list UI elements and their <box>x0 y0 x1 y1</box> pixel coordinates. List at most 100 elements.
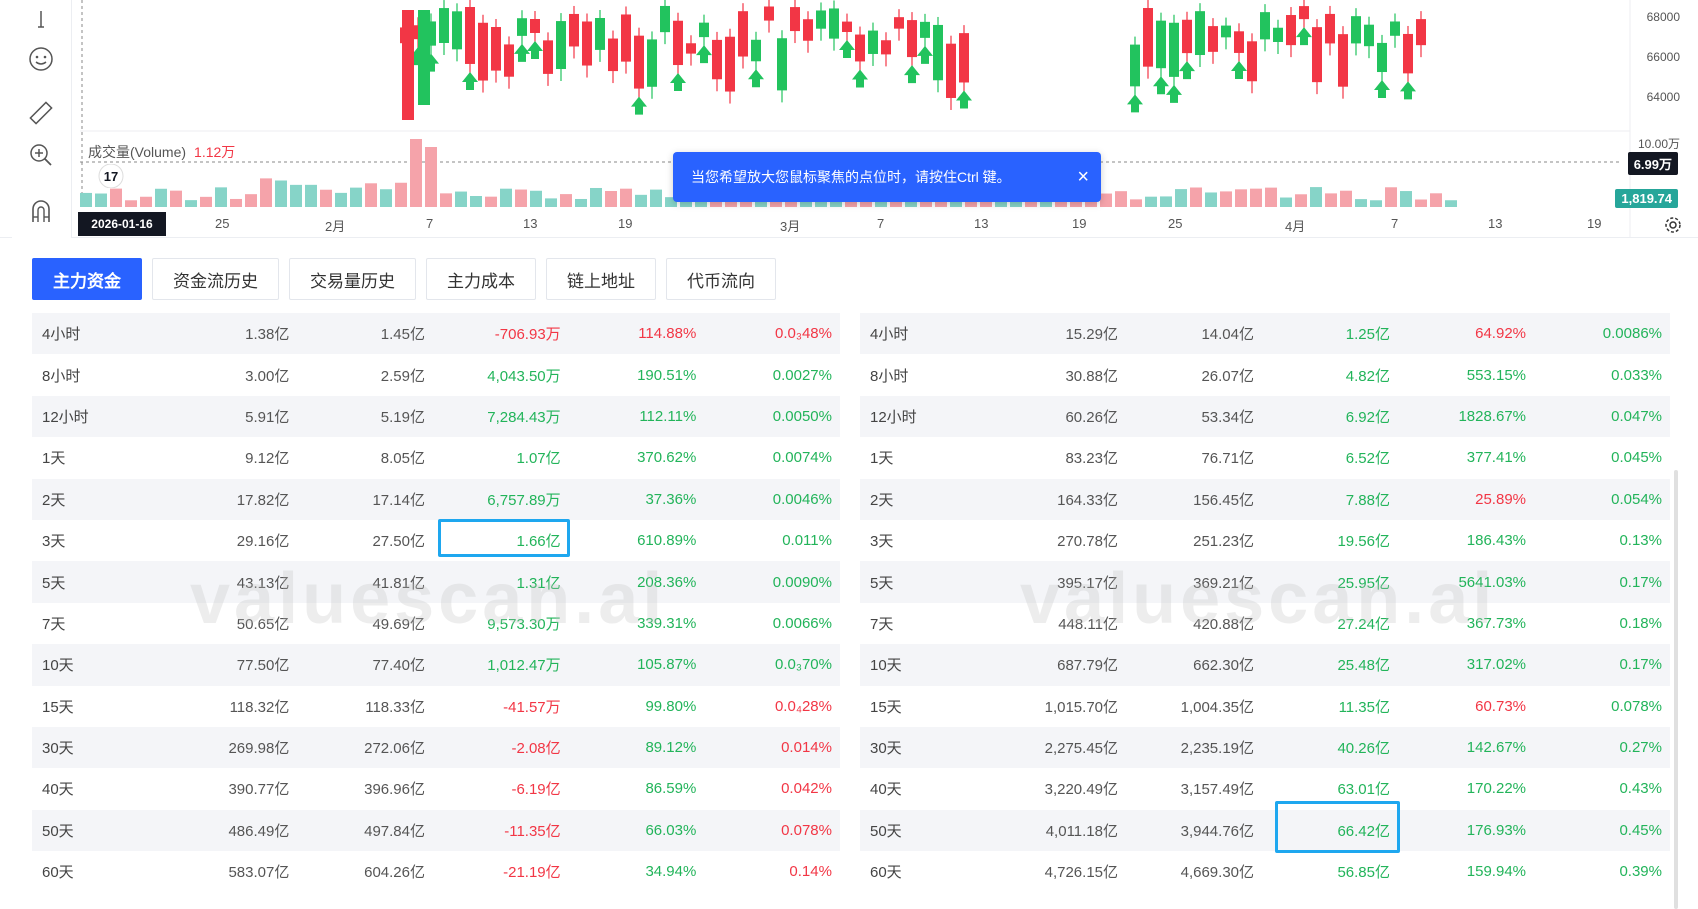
table-row[interactable]: 1天 83.23亿 76.71亿 6.52亿 377.41% 0.045% <box>860 437 1670 478</box>
signal-arrow-icon <box>852 69 868 88</box>
candle-body <box>673 20 683 66</box>
table-cell: 0.17% <box>1619 573 1662 591</box>
table-cell: 1828.67% <box>1458 407 1526 425</box>
period-label: 3天 <box>42 533 66 551</box>
period-label: 60天 <box>870 864 902 882</box>
candlestick-chart[interactable] <box>0 0 1698 238</box>
cursor-icon[interactable] <box>26 4 56 34</box>
table-row[interactable]: 60天 4,726.15亿 4,669.30亿 56.85亿 159.94% 0.39% <box>860 851 1670 892</box>
volume-bar <box>590 187 602 207</box>
table-row[interactable]: 4小时 15.29亿 14.04亿 1.25亿 64.92% 0.0086% <box>860 313 1670 355</box>
volume-bar <box>560 194 572 207</box>
table-row[interactable]: 15天 1,015.70亿 1,004.35亿 11.35亿 60.73% 0.078% <box>860 686 1670 727</box>
table-row[interactable]: 15天 118.32亿 118.33亿 -41.57万 99.80% 0.0₄28% <box>32 686 840 727</box>
table-cell: 604.26亿 <box>364 864 425 882</box>
volume-bar <box>185 200 197 207</box>
table-cell: 89.12% <box>645 739 697 757</box>
scrollbar[interactable] <box>1674 470 1678 909</box>
candle-body <box>777 38 787 91</box>
volume-bar <box>500 188 512 207</box>
watermark: valuescan.ai <box>190 559 667 639</box>
ruler-icon[interactable] <box>26 98 56 128</box>
table-row[interactable]: 40天 3,220.49亿 3,157.49亿 63.01亿 170.22% 0.43% <box>860 768 1670 809</box>
table-cell: 0.047% <box>1611 407 1662 425</box>
period-label: 8小时 <box>42 367 81 385</box>
table-row[interactable]: 30天 269.98亿 272.06亿 -2.08亿 89.12% 0.014% <box>32 726 840 769</box>
tradingview-logo-icon: 17 <box>98 163 124 189</box>
candle-body <box>829 8 839 39</box>
table-row[interactable]: 8小时 30.88亿 26.07亿 4.82亿 553.15% 0.033% <box>860 354 1670 395</box>
table-cell: 77.40亿 <box>372 657 425 675</box>
chart-area[interactable]: 成交量(Volume) 1.12万 68000 66000 64000 10.00… <box>0 0 1698 238</box>
candle-body <box>1208 26 1218 52</box>
table-cell: 0.033% <box>1611 366 1662 384</box>
tab-0[interactable]: 主力资金 <box>32 258 142 300</box>
table-row[interactable]: 60天 583.07亿 604.26亿 -21.19亿 34.94% 0.14% <box>32 851 840 892</box>
table-cell: 272.06亿 <box>364 740 425 758</box>
table-row[interactable]: 10天 77.50亿 77.40亿 1,012.47万 105.87% 0.0₃70% <box>32 644 840 686</box>
candle-body <box>1351 16 1361 44</box>
tab-4[interactable]: 链上地址 <box>546 258 656 300</box>
table-cell: -706.93万 <box>494 326 561 344</box>
table-cell: 2,235.19亿 <box>1180 740 1254 758</box>
candle-body <box>1377 42 1387 73</box>
volume-axis-label: 10.00万 <box>1637 137 1680 151</box>
table-row[interactable]: 2天 17.82亿 17.14亿 6,757.89万 37.36% 0.0046% <box>32 478 840 520</box>
table-row[interactable]: 8小时 3.00亿 2.59亿 4,043.50万 190.51% 0.0027% <box>32 354 840 395</box>
table-row[interactable]: 40天 390.77亿 396.96亿 -6.19亿 86.59% 0.042% <box>32 768 840 809</box>
candle-body <box>402 10 414 120</box>
volume-bar <box>170 190 182 207</box>
table-row[interactable]: 30天 2,275.45亿 2,235.19亿 40.26亿 142.67% 0.27% <box>860 726 1670 769</box>
table-row[interactable]: 50天 486.49亿 497.84亿 -11.35亿 66.03% 0.078% <box>32 809 840 852</box>
candle-body <box>465 7 475 64</box>
emoji-icon[interactable] <box>26 44 56 74</box>
volume-bar <box>515 189 527 207</box>
table-row[interactable]: 3天 270.78亿 251.23亿 19.56亿 186.43% 0.13% <box>860 520 1670 561</box>
tab-5[interactable]: 代币流向 <box>666 258 776 300</box>
tab-2[interactable]: 交易量历史 <box>289 258 416 300</box>
table-cell: 176.93% <box>1466 821 1526 839</box>
volume-bar <box>125 200 137 207</box>
table-cell: -2.08亿 <box>511 740 561 758</box>
table-row[interactable]: 4小时 1.38亿 1.45亿 -706.93万 114.88% 0.0₃48% <box>32 313 840 355</box>
candle-body <box>1182 19 1192 54</box>
table-row[interactable]: 50天 4,011.18亿 3,944.76亿 66.42亿 176.93% 0.45% <box>860 809 1670 852</box>
table-row[interactable]: 3天 29.16亿 27.50亿 1.66亿 610.89% 0.011% <box>32 520 840 561</box>
tab-3[interactable]: 主力成本 <box>426 258 536 300</box>
zoom-in-icon[interactable] <box>26 140 56 170</box>
table-row[interactable]: 2天 164.33亿 156.45亿 7.88亿 25.89% 0.054% <box>860 478 1670 520</box>
settings-icon[interactable] <box>1664 216 1682 239</box>
table-cell: 390.77亿 <box>228 781 290 799</box>
table-row[interactable]: 10天 687.79亿 662.30亿 25.48亿 317.02% 0.17% <box>860 644 1670 686</box>
table-cell: 17.82亿 <box>236 491 290 509</box>
period-label: 2天 <box>870 491 894 509</box>
candle-body <box>1273 27 1283 42</box>
table-cell: 1.45亿 <box>380 326 425 344</box>
table-cell: 0.17% <box>1619 656 1662 674</box>
period-label: 12小时 <box>42 408 89 426</box>
table-cell: 7.88亿 <box>1345 491 1390 509</box>
table-cell: 0.042% <box>781 780 832 798</box>
table-cell: 0.0046% <box>772 490 832 508</box>
table-cell: 11.35亿 <box>1338 698 1390 716</box>
close-icon[interactable]: × <box>1077 152 1089 202</box>
table-cell: 4,011.18亿 <box>1045 822 1118 840</box>
table-row[interactable]: 1天 9.12亿 8.05亿 1.07亿 370.62% 0.0074% <box>32 437 840 478</box>
signal-arrow-icon <box>1153 76 1169 95</box>
volume-bar <box>1370 200 1382 207</box>
signal-arrow-icon <box>839 40 855 59</box>
table-cell: 76.71亿 <box>1201 450 1254 468</box>
table-cell: 142.67% <box>1466 739 1526 757</box>
tab-1[interactable]: 资金流历史 <box>152 258 279 300</box>
table-cell: 6.92亿 <box>1345 408 1390 426</box>
candle-body <box>491 27 501 71</box>
table-cell: 396.96亿 <box>364 781 425 799</box>
table-cell: 1,012.47万 <box>487 657 561 675</box>
table-row[interactable]: 12小时 60.26亿 53.34亿 6.92亿 1828.67% 0.047% <box>860 395 1670 438</box>
candle-body <box>530 19 540 33</box>
magnet-icon[interactable] <box>26 196 56 226</box>
table-row[interactable]: 12小时 5.91亿 5.19亿 7,284.43万 112.11% 0.0050% <box>32 395 840 438</box>
period-label: 15天 <box>870 698 902 716</box>
table-cell: 269.98亿 <box>228 740 290 758</box>
volume-bar <box>1160 196 1172 207</box>
